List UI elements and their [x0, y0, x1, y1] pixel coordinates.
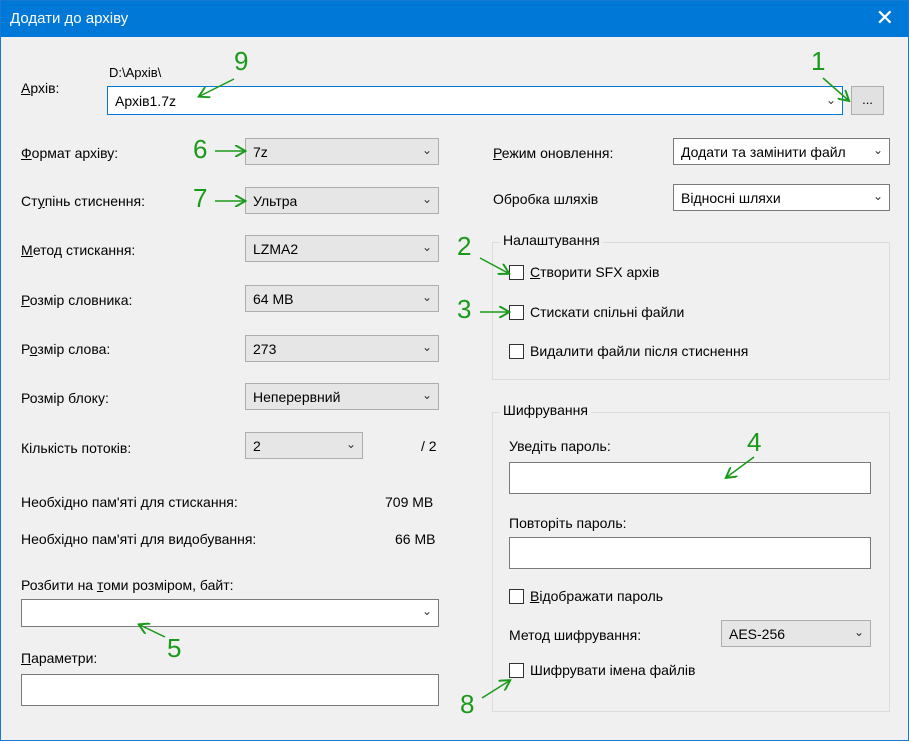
chevron-down-icon[interactable]: ⌄ — [422, 604, 432, 618]
block-value: Неперервний — [253, 389, 341, 405]
password-input[interactable] — [509, 462, 871, 494]
dict-value: 64 MB — [253, 291, 294, 307]
sfx-checkbox[interactable] — [509, 265, 524, 280]
chevron-down-icon[interactable]: ⌄ — [422, 240, 432, 254]
annotation-4: 4 — [747, 427, 762, 457]
block-label: Розмір блоку: — [21, 390, 109, 406]
browse-button[interactable]: ... — [851, 86, 884, 115]
annotation-5: 5 — [167, 633, 182, 663]
level-label: Ступінь стиснення: — [21, 193, 145, 209]
level-combo[interactable]: Ультра ⌄ — [245, 187, 439, 214]
chevron-down-icon[interactable]: ⌄ — [346, 437, 356, 451]
shared-files-checkbox[interactable] — [509, 305, 524, 320]
chevron-down-icon[interactable]: ⌄ — [422, 143, 432, 157]
annotation-6: 6 — [193, 134, 208, 164]
split-combo[interactable]: ⌄ — [21, 599, 439, 627]
encryption-method-combo[interactable]: AES-256 ⌄ — [721, 620, 871, 647]
split-label: Розбити на томи розміром, байт: — [21, 577, 234, 593]
annotation-1: 1 — [811, 46, 826, 76]
format-combo[interactable]: 7z ⌄ — [245, 138, 439, 165]
update-mode-combo[interactable]: Додати та замінити файл ⌄ — [673, 138, 890, 165]
encryption-method-label: Метод шифрування: — [509, 627, 642, 643]
repeat-password-label: Повторіть пароль: — [509, 515, 627, 531]
close-icon[interactable]: ✕ — [876, 5, 894, 31]
title-bar: Додати до архіву ✕ — [1, 1, 908, 37]
annotation-8: 8 — [460, 689, 475, 719]
archive-label: Архів: — [21, 80, 60, 96]
level-value: Ультра — [253, 193, 298, 209]
mem-compress-label: Необхідно пам'яті для стискання: — [21, 494, 238, 510]
method-label: Метод стискання: — [21, 242, 136, 258]
chevron-down-icon[interactable]: ⌄ — [422, 340, 432, 354]
threads-max: / 2 — [421, 438, 437, 454]
chevron-down-icon[interactable]: ⌄ — [422, 388, 432, 402]
annotation-7: 7 — [193, 183, 208, 213]
dict-label: Розмір словника: — [21, 292, 133, 308]
params-label: Параметри: — [21, 650, 98, 666]
annotation-2: 2 — [457, 231, 472, 261]
annotation-9: 9 — [234, 46, 249, 76]
archive-name-value: Архів1.7z — [115, 93, 176, 109]
encrypt-names-checkbox[interactable] — [509, 663, 524, 678]
archive-name-combo[interactable]: Архів1.7z ⌄ — [107, 86, 843, 115]
repeat-password-input[interactable] — [509, 537, 871, 569]
mem-decompress-label: Необхідно пам'яті для видобування: — [21, 531, 257, 547]
word-combo[interactable]: 273 ⌄ — [245, 335, 439, 362]
method-combo[interactable]: LZMA2 ⌄ — [245, 235, 439, 262]
add-to-archive-dialog: Додати до архіву ✕ Архів: D:\Архів\ Архі… — [0, 0, 909, 741]
delete-files-label: Видалити файли після стиснення — [530, 343, 749, 359]
format-label: Формат архіву: — [21, 145, 119, 161]
word-label: Розмір слова: — [21, 341, 111, 357]
mem-compress-value: 709 MB — [385, 494, 434, 510]
delete-files-checkbox[interactable] — [509, 344, 524, 359]
method-value: LZMA2 — [253, 241, 299, 257]
options-group-title: Налаштування — [500, 232, 603, 248]
paths-value: Відносні шляхи — [681, 190, 781, 206]
paths-label: Обробка шляхів — [493, 191, 599, 207]
threads-label: Кількість потоків: — [21, 440, 132, 456]
encryption-method-value: AES-256 — [729, 626, 786, 642]
show-password-checkbox[interactable] — [509, 589, 524, 604]
encrypt-names-label: Шифрувати імена файлів — [530, 662, 696, 678]
chevron-down-icon[interactable]: ⌄ — [873, 143, 883, 157]
block-combo[interactable]: Неперервний ⌄ — [245, 383, 439, 410]
enter-password-label: Уведіть пароль: — [509, 438, 611, 454]
params-input[interactable] — [21, 674, 439, 706]
paths-combo[interactable]: Відносні шляхи ⌄ — [673, 184, 890, 211]
sfx-label: Створити SFX архів — [530, 264, 660, 280]
chevron-down-icon[interactable]: ⌄ — [854, 625, 864, 639]
chevron-down-icon[interactable]: ⌄ — [826, 93, 836, 107]
mem-decompress-value: 66 MB — [395, 531, 436, 547]
update-mode-label: Режим оновлення: — [493, 145, 614, 161]
dict-combo[interactable]: 64 MB ⌄ — [245, 285, 439, 312]
threads-combo[interactable]: 2 ⌄ — [245, 432, 363, 459]
chevron-down-icon[interactable]: ⌄ — [422, 290, 432, 304]
threads-value: 2 — [253, 438, 261, 454]
chevron-down-icon[interactable]: ⌄ — [873, 189, 883, 203]
encryption-group-title: Шифрування — [500, 402, 591, 418]
format-value: 7z — [253, 144, 268, 160]
annotation-3: 3 — [457, 294, 472, 324]
show-password-label: Відображати пароль — [530, 588, 664, 604]
shared-files-label: Стискати спільні файли — [530, 304, 685, 320]
word-value: 273 — [253, 341, 277, 357]
update-mode-value: Додати та замінити файл — [681, 144, 846, 160]
archive-path: D:\Архів\ — [109, 65, 162, 80]
chevron-down-icon[interactable]: ⌄ — [422, 192, 432, 206]
window-title: Додати до архіву — [10, 10, 129, 27]
